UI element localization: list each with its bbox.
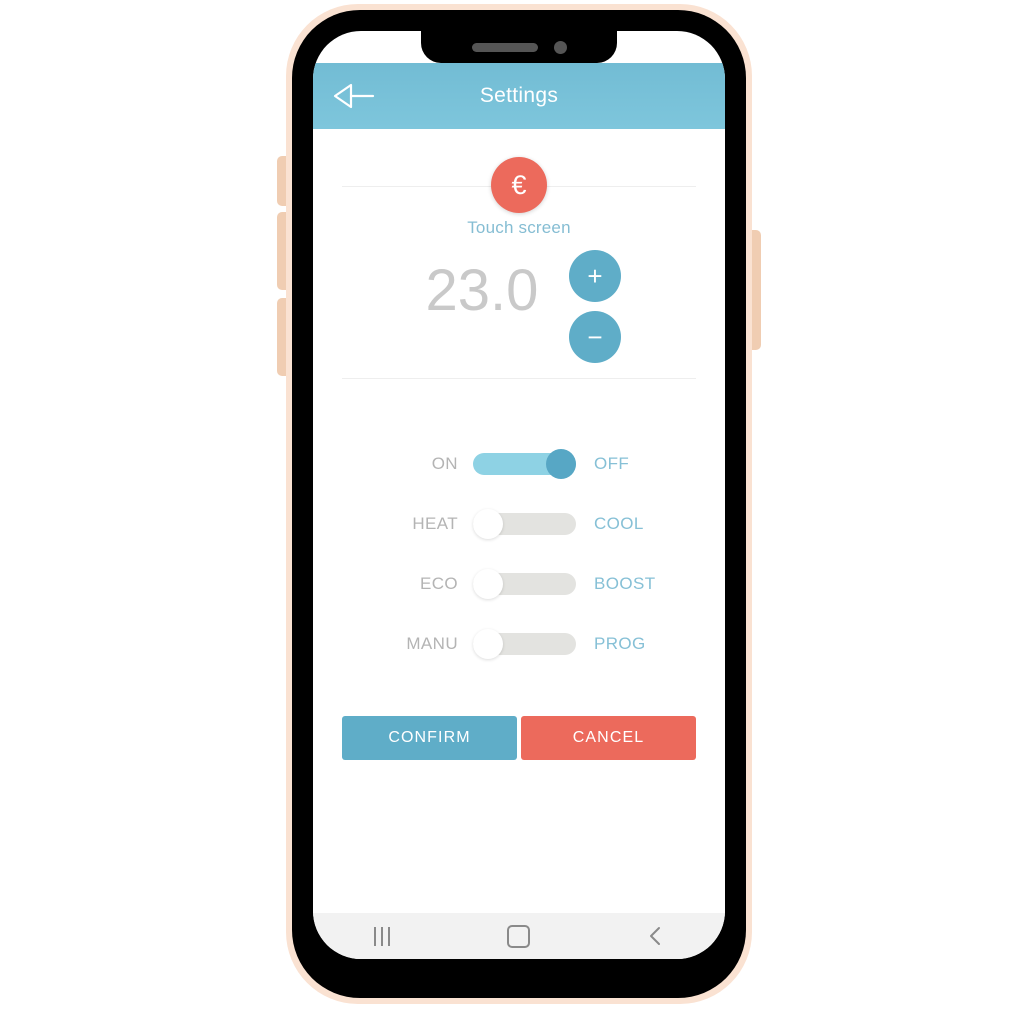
device-badge-row: € (313, 139, 725, 217)
display-notch (421, 31, 617, 63)
action-button-row: CONFIRM CANCEL (342, 716, 696, 760)
toggle-knob (473, 509, 503, 539)
toggle-knob (546, 449, 576, 479)
recents-icon (373, 926, 390, 946)
toggle-manu-prog[interactable] (473, 629, 576, 659)
temperature-control: 23.0 + − (313, 250, 725, 363)
toggle-row-heat-cool: HEAT COOL (335, 494, 703, 554)
toggle-heat-cool[interactable] (473, 509, 576, 539)
settings-content: € Touch screen 23.0 + − ON OFF HEAT COOL… (313, 129, 725, 913)
confirm-button[interactable]: CONFIRM (342, 716, 517, 760)
app-header: Settings (313, 63, 725, 129)
phone-screen: Settings € Touch screen 23.0 + − ON OFF … (313, 31, 725, 959)
earpiece-speaker-icon (471, 42, 538, 52)
toggle-right-label-prog: PROG (594, 634, 646, 653)
toggle-row-eco-boost: ECO BOOST (335, 554, 703, 614)
toggle-left-label-heat: HEAT (412, 514, 458, 533)
toggle-eco-boost[interactable] (473, 569, 576, 599)
toggle-knob (473, 629, 503, 659)
temperature-increase-button[interactable]: + (569, 250, 621, 302)
toggle-left-label-eco: ECO (419, 574, 458, 593)
toggle-left-label-manu: MANU (406, 634, 458, 653)
euro-badge-icon: € (491, 157, 547, 213)
toggle-right-label-cool: COOL (594, 514, 644, 533)
toggle-right-label-off: OFF (594, 454, 630, 473)
front-camera-icon (553, 40, 567, 54)
device-mode-label: Touch screen (467, 218, 571, 237)
volume-up-button[interactable] (277, 212, 286, 290)
back-arrow-icon[interactable] (331, 79, 377, 113)
silent-switch[interactable] (277, 156, 286, 206)
back-button[interactable] (627, 913, 685, 959)
home-icon (507, 924, 531, 948)
temperature-decrease-button[interactable]: − (569, 311, 621, 363)
toggle-right-label-boost: BOOST (594, 574, 656, 593)
temperature-stepper: + − (569, 250, 621, 363)
recents-button[interactable] (353, 913, 411, 959)
divider-bottom (342, 378, 696, 379)
back-chevron-icon (650, 927, 661, 945)
android-navigation-bar (313, 913, 725, 959)
toggle-left-label-on: ON (431, 454, 458, 473)
mode-toggle-list: ON OFF HEAT COOL ECO BOOST MANU PROG (313, 434, 725, 674)
device-stage: Settings € Touch screen 23.0 + − ON OFF … (0, 0, 1024, 1024)
toggle-row-on-off: ON OFF (335, 434, 703, 494)
toggle-knob (473, 569, 503, 599)
toggle-on-off[interactable] (473, 449, 576, 479)
temperature-value: 23.0 (425, 258, 539, 323)
home-button[interactable] (490, 913, 548, 959)
toggle-row-manu-prog: MANU PROG (335, 614, 703, 674)
power-button[interactable] (752, 230, 761, 350)
volume-down-button[interactable] (277, 298, 286, 376)
cancel-button[interactable]: CANCEL (521, 716, 696, 760)
